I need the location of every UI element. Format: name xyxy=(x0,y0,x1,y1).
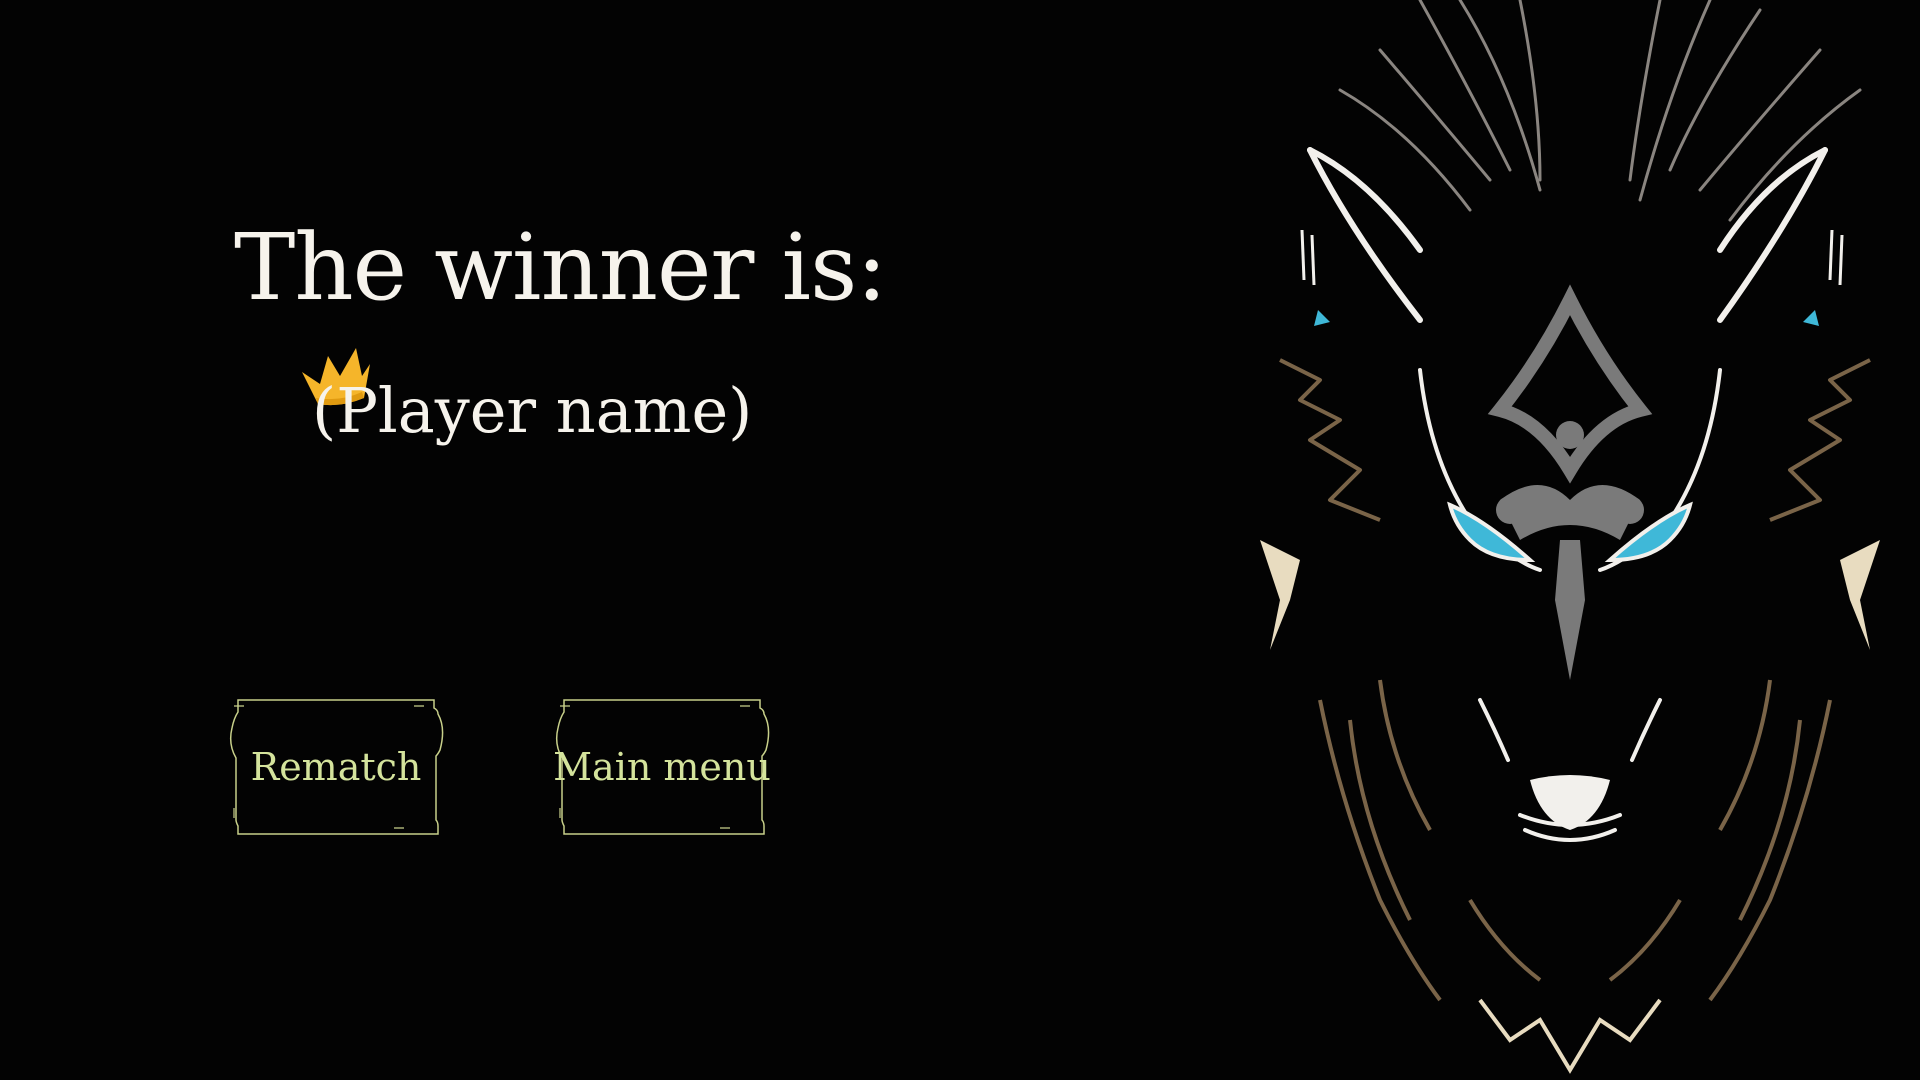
main-menu-label: Main menu xyxy=(553,745,771,789)
rematch-label: Rematch xyxy=(250,745,422,789)
player-name: (Player name) xyxy=(312,374,753,447)
main-menu-button[interactable]: Main menu xyxy=(552,698,772,836)
rematch-button[interactable]: Rematch xyxy=(226,698,446,836)
winner-screen: The winner is: (Player name) Rematch Mai… xyxy=(0,0,1920,1080)
wolf-illustration xyxy=(1240,0,1920,1080)
winner-title: The winner is: xyxy=(234,214,887,321)
winner-display: (Player name) xyxy=(300,346,752,456)
